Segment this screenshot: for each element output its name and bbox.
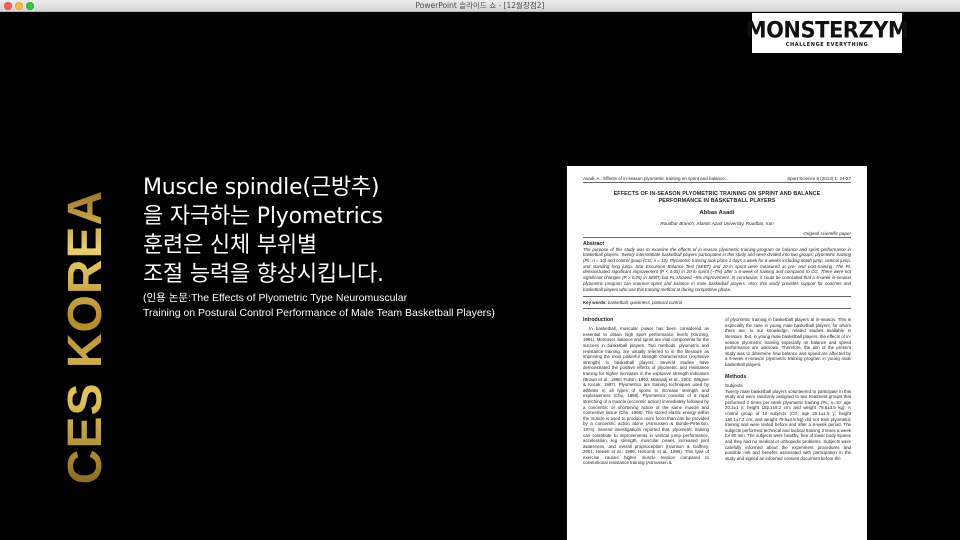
intro-text: In basketball, muscular power has been c…: [583, 326, 709, 466]
paper-author: Abbas Asadi: [699, 209, 735, 216]
slide-canvas[interactable]: MONSTERZYM CHALLENGE EVERYTHING CES KORE…: [0, 13, 960, 540]
citation-note: (인용 논문:The Effects of Plyometric Type Ne…: [143, 291, 543, 321]
citation-line: Training on Postural Control Performance…: [143, 307, 495, 319]
paper-affiliation: Roudbar Branch, Islamic Azad University,…: [660, 220, 774, 226]
subjects-heading: Subjects: [725, 382, 743, 388]
monsterzym-logo: MONSTERZYM CHALLENGE EVERYTHING: [746, 13, 909, 53]
abstract-text: The purpose of this study was to examine…: [583, 246, 851, 292]
paper-title: EFFECTS OF IN-SEASON PLYOMETRIC TRAINING…: [583, 191, 851, 205]
paper-keywords: Key words: basketball, quickness, postur…: [583, 296, 851, 310]
paper-header-right: Sport Science 6 (2013) 1: 24-27: [787, 176, 851, 181]
paper-title-line: PERFORMANCE IN BASKETBALL PLAYERS: [658, 197, 776, 204]
headline-line: 훈련은 신체 부위별: [143, 233, 317, 258]
right-intro-text: of plyometric training in basketball pla…: [725, 317, 851, 367]
headline-line: 을 자극하는 Plyometrics: [143, 204, 383, 229]
paper-right-column: of plyometric training in basketball pla…: [725, 317, 851, 466]
paper-title-line: EFFECTS OF IN-SEASON PLYOMETRIC TRAINING…: [613, 191, 821, 197]
logo-wordmark: MONSTERZYM: [745, 16, 909, 43]
headline-line: 조절 능력을 향상시킵니다.: [143, 262, 384, 287]
ces-korea-text: CES KOREA: [62, 189, 110, 485]
window-title: PowerPoint 슬라이드 쇼 - [12월장점2]: [415, 1, 545, 10]
keywords-label: Key words:: [583, 300, 607, 306]
paper-screenshot: Asadi, A.: Effects of in-season plyometr…: [567, 166, 867, 540]
ces-korea-banner: CES KOREA: [62, 131, 110, 540]
paper-header-left: Asadi, A.: Effects of in-season plyometr…: [583, 176, 729, 181]
intro-heading: Introduction: [583, 317, 614, 324]
headline-line: Muscle spindle(근방추): [143, 175, 380, 200]
keywords-text: basketball, quickness, postural control: [607, 300, 683, 306]
paper-left-column: Introduction In basketball, muscular pow…: [583, 317, 709, 466]
window-titlebar: PowerPoint 슬라이드 쇼 - [12월장점2]: [0, 0, 960, 12]
paper-type: Original scientific paper: [583, 231, 851, 238]
slide-headline: Muscle spindle(근방추) 을 자극하는 Plyometrics 훈…: [143, 173, 543, 289]
citation-line: (인용 논문:The Effects of Plyometric Type Ne…: [143, 292, 408, 304]
paper-body-columns: Introduction In basketball, muscular pow…: [583, 317, 851, 466]
subjects-text: Twenty male basketball players volunteer…: [725, 388, 851, 461]
paper-running-header: Asadi, A.: Effects of in-season plyometr…: [583, 176, 851, 183]
methods-heading: Methods: [725, 373, 747, 380]
